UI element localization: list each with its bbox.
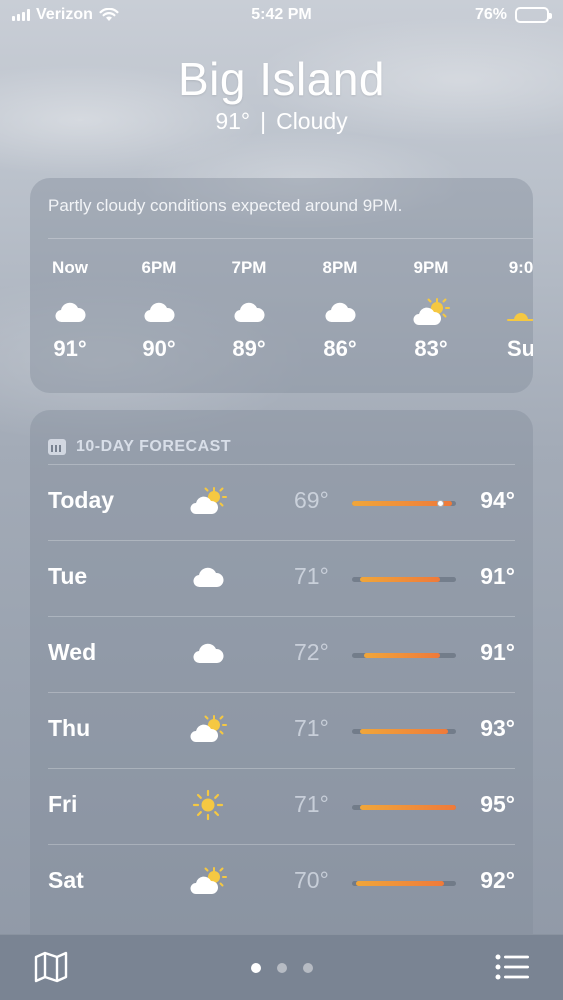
temperature-range-bar: [352, 653, 456, 658]
hour-item: 9:0 Su: [486, 258, 533, 362]
city-name: Big Island: [177, 53, 385, 105]
forecast-row-tue[interactable]: Tue 71° 91°: [48, 540, 515, 616]
low-temp: 71°: [294, 791, 329, 817]
partly-sunny-icon: [188, 861, 228, 901]
cloud-icon: [188, 633, 228, 673]
low-temp: 71°: [294, 715, 329, 741]
temperature-range-fill: [364, 653, 440, 658]
high-temp: 91°: [480, 563, 515, 589]
location-header: Big Island 91° | Cloudy: [0, 52, 563, 135]
day-label: Fri: [48, 791, 78, 817]
temperature-range-fill: [360, 577, 440, 582]
partly-sunny-icon: [188, 709, 228, 749]
summary-separator: |: [260, 108, 267, 134]
hourly-scroller[interactable]: Now 91° 6PM 90° 7PM 89° 8PM 86° 9PM 83° …: [30, 258, 533, 378]
cloud-icon: [188, 557, 228, 597]
page-dot[interactable]: [302, 963, 313, 973]
hour-temp: 83°: [414, 336, 448, 361]
battery-icon: [515, 7, 552, 23]
sun-icon: [188, 785, 228, 825]
list-icon[interactable]: [495, 953, 529, 981]
ten-day-title: 10-DAY FORECAST: [76, 438, 232, 455]
low-temp: 71°: [294, 563, 329, 589]
hour-temp: 91°: [53, 336, 87, 361]
high-temp: 94°: [480, 487, 515, 513]
current-condition: Cloudy: [276, 108, 348, 134]
hour-temp: 90°: [142, 336, 176, 361]
hour-label: 6PM: [141, 258, 177, 277]
day-label: Sat: [48, 867, 84, 893]
temperature-range-bar: [352, 729, 456, 734]
temperature-range-bar: [352, 805, 456, 810]
hour-item: 8PM 86°: [305, 258, 375, 362]
hour-item: Now 91°: [35, 258, 105, 362]
day-label: Thu: [48, 715, 91, 741]
cloud-icon: [305, 290, 375, 334]
divider: [48, 238, 533, 239]
partly-sunny-icon: [188, 481, 228, 521]
hourly-forecast-card[interactable]: Partly cloudy conditions expected around…: [30, 178, 533, 393]
battery-percent: 76%: [474, 6, 507, 23]
hour-label: 8PM: [322, 258, 358, 277]
forecast-row-wed[interactable]: Wed 72° 91°: [48, 616, 515, 692]
hour-label: Now: [52, 258, 88, 277]
low-temp: 72°: [294, 639, 329, 665]
hour-item: 9PM 83°: [396, 258, 466, 362]
hour-label: 9:0: [508, 258, 533, 277]
page-dot[interactable]: [250, 963, 261, 973]
cloud-icon: [35, 290, 105, 334]
hourly-caption: Partly cloudy conditions expected around…: [48, 196, 403, 215]
temperature-range-fill: [356, 881, 444, 886]
partly-sunny-icon: [396, 290, 466, 334]
temperature-range-fill: [360, 805, 456, 810]
forecast-row-today[interactable]: Today 69° 94°: [48, 464, 515, 540]
sunset-icon: [486, 290, 533, 334]
high-temp: 93°: [480, 715, 515, 741]
hour-temp: 86°: [323, 336, 357, 361]
hour-label: 9PM: [413, 258, 449, 277]
ten-day-header: 10-DAY FORECAST: [30, 410, 533, 466]
page-indicator[interactable]: [0, 963, 563, 973]
current-temp-marker: [436, 500, 444, 507]
high-temp: 95°: [480, 791, 515, 817]
current-summary: 91° | Cloudy: [0, 108, 563, 135]
temperature-range-bar: [352, 881, 456, 886]
temperature-range-fill: [360, 729, 448, 734]
low-temp: 70°: [294, 867, 329, 893]
high-temp: 92°: [480, 867, 515, 893]
status-right: 76%: [474, 6, 552, 24]
temperature-range-bar: [352, 577, 456, 582]
hour-temp: 89°: [232, 336, 266, 361]
hour-label: 7PM: [231, 258, 267, 277]
day-label: Today: [48, 487, 115, 513]
low-temp: 69°: [294, 487, 329, 513]
day-label: Wed: [48, 639, 97, 665]
forecast-row-thu[interactable]: Thu 71° 93°: [48, 692, 515, 768]
cloud-icon: [214, 290, 284, 334]
high-temp: 91°: [480, 639, 515, 665]
bottom-toolbar: [0, 934, 563, 1000]
forecast-row-fri[interactable]: Fri 71° 95°: [48, 768, 515, 844]
page-dot[interactable]: [276, 963, 287, 973]
hour-temp: Su: [506, 336, 533, 361]
cloud-icon: [124, 290, 194, 334]
calendar-icon: [48, 439, 66, 455]
current-temp: 91°: [215, 108, 251, 134]
forecast-row-sat[interactable]: Sat 70° 92°: [48, 844, 515, 920]
ten-day-forecast-card[interactable]: 10-DAY FORECAST Today 69° 94° Tue 71° 91° Wed 7…: [30, 410, 533, 950]
temperature-range-bar: [352, 500, 456, 507]
hour-item: 7PM 89°: [214, 258, 284, 362]
hour-item: 6PM 90°: [124, 258, 194, 362]
status-bar: Verizon 5:42 PM 76%: [0, 0, 563, 32]
day-label: Tue: [48, 563, 88, 589]
